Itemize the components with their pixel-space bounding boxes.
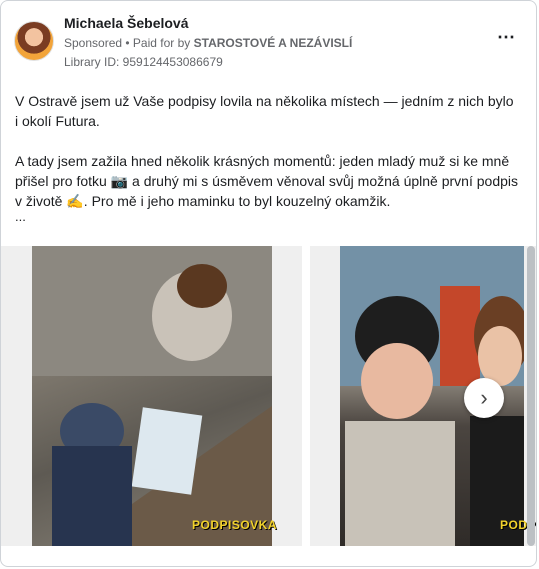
scrollbar-thumb[interactable] (527, 246, 535, 546)
ad-card: Michaela Šebelová Sponsored • Paid for b… (0, 0, 537, 567)
sponsor-name[interactable]: STAROSTOVÉ A NEZÁVISLÍ (194, 36, 353, 50)
podpisovka-label-1: PODPISOVKA (192, 518, 278, 532)
sponsored-label: Sponsored (64, 36, 123, 50)
post-body: V Ostravě jsem už Vaše podpisy lovila na… (15, 91, 520, 211)
carousel-next-button[interactable]: › (464, 378, 504, 418)
image-carousel: PODPISOVKA PODPISOVKA › (1, 246, 536, 546)
more-options-icon[interactable]: ⋯ (497, 28, 516, 46)
chevron-right-icon: › (480, 385, 488, 410)
post-paragraph-2: A tady jsem zažila hned několik krásných… (15, 153, 518, 209)
author-name[interactable]: Michaela Šebelová (64, 15, 189, 31)
post-paragraph-1: V Ostravě jsem už Vaše podpisy lovila na… (15, 93, 514, 129)
see-more-ellipsis[interactable]: ... (15, 209, 26, 224)
photo-signing: PODPISOVKA (32, 246, 277, 546)
carousel-slide-1[interactable]: PODPISOVKA (1, 246, 302, 546)
photo-signing-illustration (32, 246, 272, 546)
library-id: Library ID: 959124453086679 (64, 55, 223, 69)
paid-for-prefix: • Paid for by (125, 36, 191, 50)
avatar[interactable] (14, 21, 54, 61)
sponsored-line: Sponsored • Paid for by STAROSTOVÉ A NEZ… (64, 36, 352, 50)
